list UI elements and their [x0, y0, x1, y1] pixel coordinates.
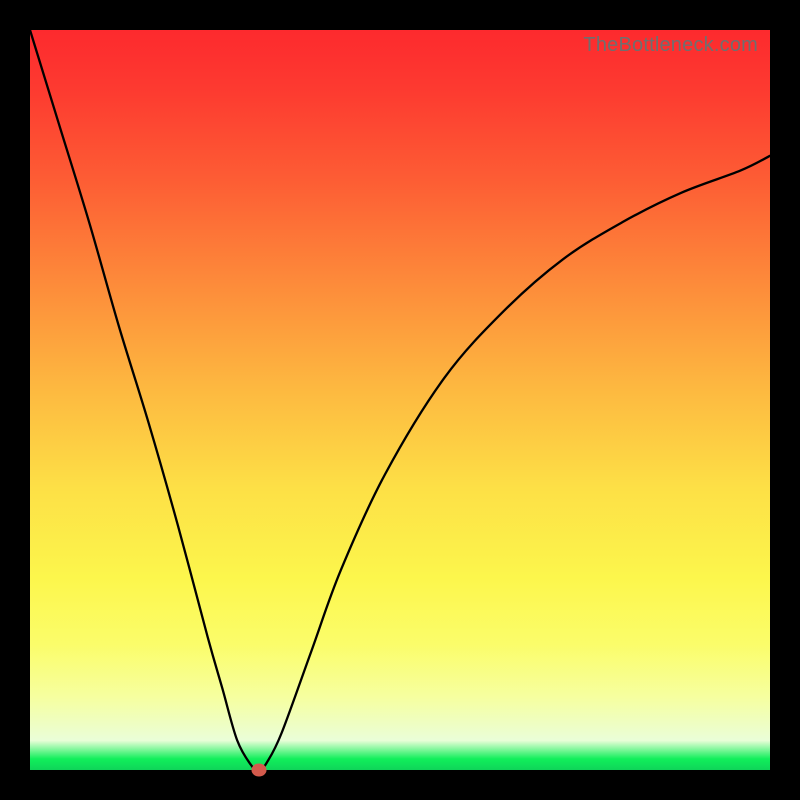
plot-area: TheBottleneck.com [30, 30, 770, 770]
chart-frame: TheBottleneck.com [0, 0, 800, 800]
bottleneck-curve [30, 30, 770, 770]
optimal-point-marker [252, 764, 267, 777]
